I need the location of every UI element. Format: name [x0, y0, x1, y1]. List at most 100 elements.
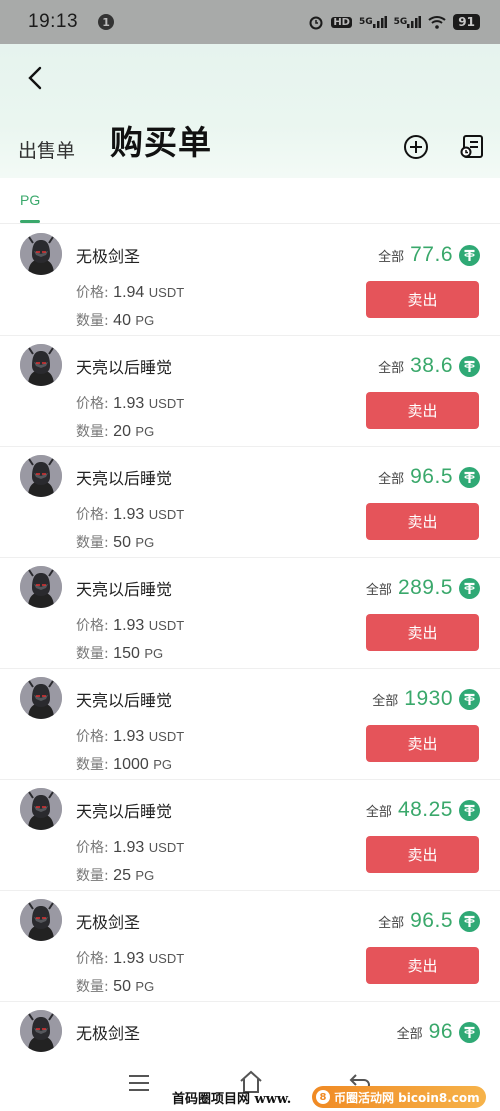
quantity-label: 数量: — [76, 868, 109, 884]
user-avatar-icon — [20, 677, 62, 719]
user-name: 天亮以后睡觉 — [76, 469, 173, 488]
price-unit: USDT — [148, 618, 185, 633]
price-label: 价格: — [76, 285, 109, 301]
quantity-label: 数量: — [76, 313, 109, 329]
sell-button[interactable]: 卖出 — [366, 281, 479, 318]
tab-buy-orders[interactable]: 购买单 — [110, 116, 212, 164]
tab-coin-pg[interactable]: PG — [20, 192, 40, 208]
sell-button[interactable]: 卖出 — [366, 503, 479, 540]
quantity-line: 数量: 50 PG — [76, 976, 154, 996]
order-row: 天亮以后睡觉 价格: 1.93 USDT 数量: 1000 PG 全部 1930… — [0, 669, 500, 780]
quantity-unit: PG — [144, 646, 164, 661]
total-label: 全部 — [378, 360, 405, 376]
price-line: 价格: 1.93 USDT — [76, 393, 184, 413]
price-label: 价格: — [76, 840, 109, 856]
total-value: 48.25 — [397, 798, 453, 821]
wifi-icon — [428, 15, 446, 29]
price-unit: USDT — [148, 396, 185, 411]
quantity-line: 数量: 50 PG — [76, 532, 154, 552]
sell-button[interactable]: 卖出 — [366, 392, 479, 429]
order-row: 无极剑圣 价格: 1.94 USDT 数量: 40 PG 全部 77.6 卖出 — [0, 225, 500, 336]
price-unit: USDT — [148, 840, 185, 855]
total-value: 77.6 — [410, 243, 453, 266]
sell-button[interactable]: 卖出 — [366, 725, 479, 762]
quantity-value: 50 — [113, 534, 131, 551]
avatar — [20, 455, 62, 497]
order-row: 天亮以后睡觉 价格: 1.93 USDT 数量: 25 PG 全部 48.25 … — [0, 780, 500, 891]
price-unit: USDT — [148, 951, 185, 966]
avatar — [20, 566, 62, 608]
tether-icon — [459, 688, 480, 710]
watermark-badge: 8 — [316, 1090, 330, 1104]
total-amount: 全部 96 — [397, 1020, 480, 1044]
tether-icon — [459, 244, 480, 266]
price-value: 1.93 — [113, 506, 145, 523]
total-label: 全部 — [378, 471, 405, 487]
total-label: 全部 — [378, 249, 405, 265]
avatar — [20, 233, 62, 275]
sell-button[interactable]: 卖出 — [366, 836, 479, 873]
avatar — [20, 344, 62, 386]
price-unit: USDT — [148, 285, 185, 300]
price-line: 价格: 1.94 USDT — [76, 282, 184, 302]
total-amount: 全部 48.25 — [366, 798, 480, 822]
menu-icon — [129, 1075, 149, 1091]
quantity-line: 数量: 20 PG — [76, 421, 154, 441]
price-value: 1.93 — [113, 728, 145, 745]
sell-button[interactable]: 卖出 — [366, 947, 479, 984]
price-value: 1.93 — [113, 950, 145, 967]
total-amount: 全部 1930 — [372, 687, 480, 711]
total-amount: 全部 96.5 — [378, 909, 480, 933]
tether-icon — [459, 355, 480, 377]
quantity-line: 数量: 25 PG — [76, 865, 154, 885]
quantity-label: 数量: — [76, 424, 109, 440]
total-value: 96.5 — [410, 909, 453, 932]
total-amount: 全部 38.6 — [378, 354, 480, 378]
user-name: 天亮以后睡觉 — [76, 580, 173, 599]
quantity-value: 40 — [113, 312, 131, 329]
price-label: 价格: — [76, 729, 109, 745]
user-avatar-icon — [20, 1010, 62, 1052]
signal-5g-label-2: 5G — [393, 17, 408, 27]
total-value: 1930 — [404, 687, 453, 710]
signal-5g-icon-1: 5G — [359, 16, 387, 28]
order-row: 天亮以后睡觉 价格: 1.93 USDT 数量: 50 PG 全部 96.5 卖… — [0, 447, 500, 558]
status-bar: 19:13 1 HD 5G 5G 91 — [0, 0, 500, 44]
quantity-value: 50 — [113, 978, 131, 995]
quantity-unit: PG — [135, 979, 155, 994]
my-orders-button[interactable] — [458, 133, 486, 161]
add-order-button[interactable] — [402, 133, 430, 161]
hd-icon: HD — [331, 16, 352, 28]
user-avatar-icon — [20, 566, 62, 608]
user-name: 天亮以后睡觉 — [76, 358, 173, 377]
status-icons: HD 5G 5G 91 — [308, 14, 480, 30]
plus-circle-icon — [404, 135, 428, 159]
quantity-line: 数量: 150 PG — [76, 643, 163, 663]
user-avatar-icon — [20, 344, 62, 386]
quantity-unit: PG — [135, 313, 155, 328]
watermark-left: 首码圈项目网 www. — [172, 1092, 292, 1107]
price-unit: USDT — [148, 507, 185, 522]
total-amount: 全部 77.6 — [378, 243, 480, 267]
back-button[interactable] — [22, 64, 50, 92]
price-unit: USDT — [148, 729, 185, 744]
tether-icon — [459, 577, 480, 599]
coin-tab-bar: PG — [0, 178, 500, 224]
avatar — [20, 788, 62, 830]
total-value: 38.6 — [410, 354, 453, 377]
total-value: 96.5 — [410, 465, 453, 488]
avatar — [20, 899, 62, 941]
total-value: 289.5 — [397, 576, 453, 599]
quantity-label: 数量: — [76, 535, 109, 551]
price-line: 价格: 1.93 USDT — [76, 504, 184, 524]
total-label: 全部 — [365, 582, 392, 598]
nav-menu-button[interactable] — [128, 1072, 150, 1094]
order-list: 无极剑圣 价格: 1.94 USDT 数量: 40 PG 全部 77.6 卖出 — [0, 225, 500, 1111]
quantity-unit: PG — [135, 535, 155, 550]
sell-button[interactable]: 卖出 — [366, 614, 479, 651]
tether-icon — [459, 910, 480, 932]
quantity-value: 1000 — [113, 756, 149, 773]
quantity-value: 150 — [113, 645, 140, 662]
tab-sell-orders[interactable]: 出售单 — [18, 136, 75, 163]
user-avatar-icon — [20, 899, 62, 941]
